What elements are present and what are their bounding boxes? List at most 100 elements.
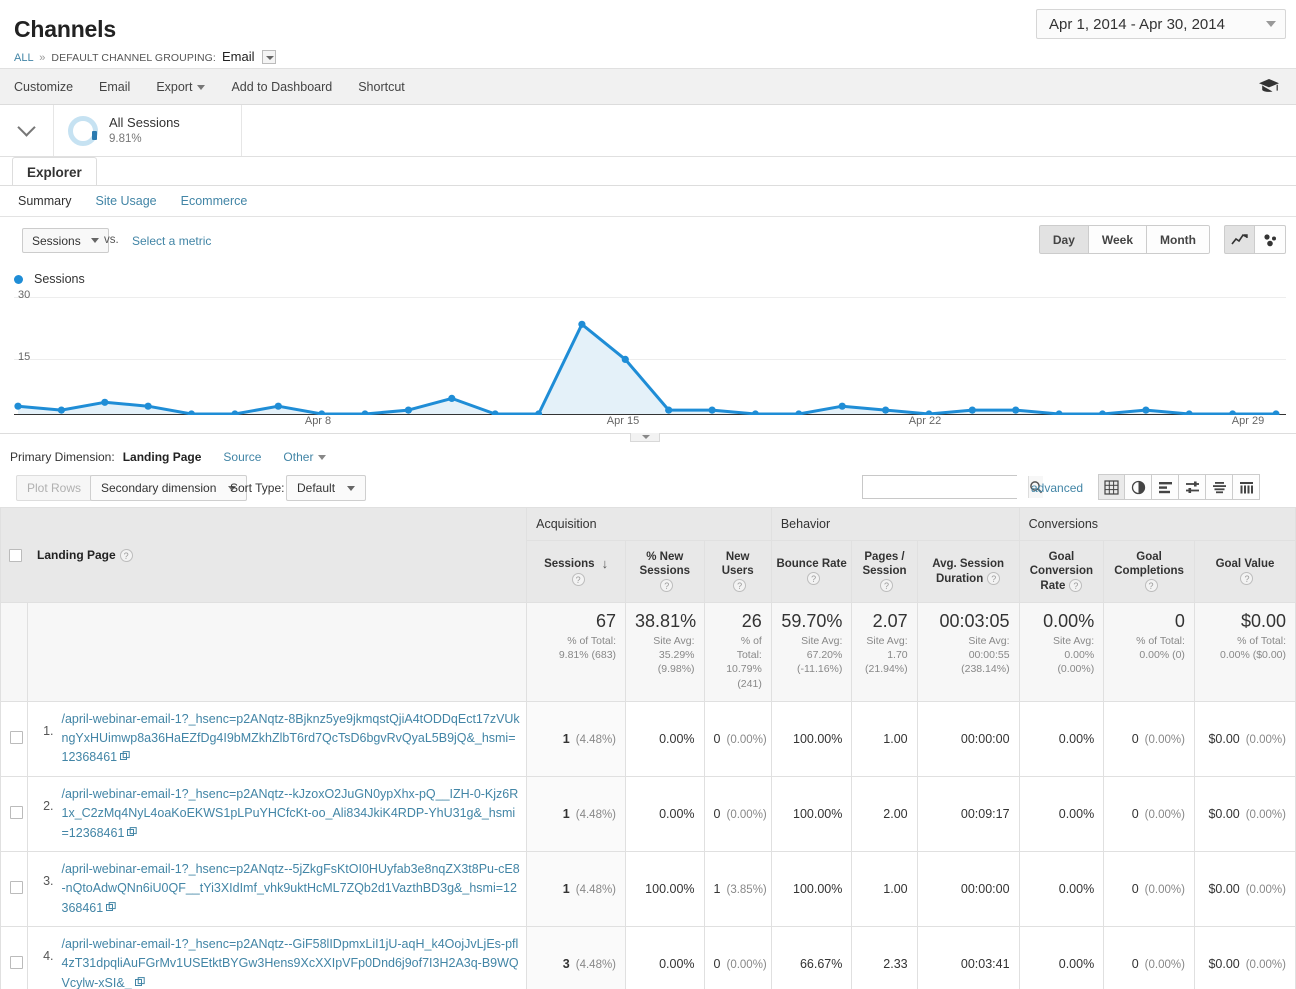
row-select-cell [1,776,28,851]
landing-page-link[interactable]: /april-webinar-email-1?_hsenc=p2ANqtz--5… [62,860,521,918]
cell-new-users: 0(0.00%) [704,927,771,989]
cell-sessions: 1(4.48%) [527,701,626,776]
legend-label: Sessions [34,272,85,286]
help-icon[interactable]: ? [987,572,1000,585]
subtab-site-usage[interactable]: Site Usage [95,194,156,208]
open-external-icon[interactable] [106,899,116,918]
metric-selector[interactable]: Sessions [22,228,109,253]
primary-dimension-source[interactable]: Source [223,450,261,464]
advanced-filter-link[interactable]: advanced [1031,481,1083,495]
landing-page-link[interactable]: /april-webinar-email-1?_hsenc=p2ANqtz--k… [62,785,521,843]
row-checkbox[interactable] [10,956,23,969]
breadcrumb-all-link[interactable]: ALL [14,52,33,64]
date-range-text: Apr 1, 2014 - Apr 30, 2014 [1037,16,1235,33]
column-header-landing-page[interactable]: Landing Page? [1,508,527,603]
cell-new-users: 1(3.85%) [704,851,771,926]
segment-donut-icon [68,116,98,146]
sessions-chart-panel: Sessions vs. Select a metric Day Week Mo… [0,217,1296,444]
help-icon[interactable]: ? [880,579,893,592]
row-checkbox[interactable] [10,731,23,744]
select-a-metric-link[interactable]: Select a metric [132,234,211,248]
column-header-sessions[interactable]: Sessions↓? [527,541,626,603]
landing-page-header-label: Landing Page [37,548,116,562]
granularity-day-button[interactable]: Day [1039,225,1089,254]
column-header-goal-completions[interactable]: Goal Completions? [1104,541,1195,603]
date-range-picker[interactable]: Apr 1, 2014 - Apr 30, 2014 [1036,9,1286,39]
add-to-dashboard-button[interactable]: Add to Dashboard [231,80,332,94]
primary-dimension-other[interactable]: Other [283,450,326,464]
term-cloud-icon[interactable] [1206,474,1233,500]
comparison-view-icon[interactable] [1179,474,1206,500]
group-header-behavior: Behavior [771,508,1019,541]
tab-explorer[interactable]: Explorer [12,157,97,186]
column-header-goal-value[interactable]: Goal Value? [1194,541,1295,603]
select-all-checkbox[interactable] [9,549,22,562]
x-tick-apr-29: Apr 29 [1232,415,1264,427]
help-icon[interactable]: ? [572,573,585,586]
help-icon[interactable]: ? [1069,579,1082,592]
email-button[interactable]: Email [99,80,130,94]
help-icon[interactable]: ? [1240,572,1253,585]
column-header-new-users[interactable]: New Users? [704,541,771,603]
plot-rows-button[interactable]: Plot Rows [16,475,92,501]
pie-view-icon[interactable] [1125,474,1152,500]
x-tick-apr-22: Apr 22 [909,415,941,427]
chart-scrubber-handle[interactable] [630,433,660,442]
help-icon[interactable]: ? [1145,579,1158,592]
open-external-icon[interactable] [135,974,145,989]
export-button[interactable]: Export [156,80,205,94]
landing-page-link[interactable]: /april-webinar-email-1?_hsenc=p2ANqtz--G… [62,935,521,989]
column-header-new-sessions-pct[interactable]: % New Sessions? [626,541,705,603]
cell-goal-rate: 0.00% [1019,851,1104,926]
subtab-summary[interactable]: Summary [18,194,71,208]
column-header-avg-session-duration[interactable]: Avg. Session Duration? [917,541,1019,603]
cell-new-sessions: 0.00% [626,701,705,776]
open-external-icon[interactable] [120,748,130,767]
row-checkbox[interactable] [10,806,23,819]
segment-all-sessions[interactable]: All Sessions 9.81% [54,105,242,156]
secondary-dimension-button[interactable]: Secondary dimension [90,475,247,501]
bar-view-icon[interactable] [1152,474,1179,500]
segment-expand-toggle[interactable] [0,105,54,156]
tabbar-rule [0,185,1296,186]
cell-bounce-rate: 100.00% [771,701,852,776]
help-icon[interactable]: ? [660,579,673,592]
summary-checkbox-cell [1,603,28,702]
graduation-cap-icon[interactable] [1258,78,1280,97]
breadcrumb-dropdown-icon[interactable] [262,50,276,64]
explorer-subtabs: Summary Site Usage Ecommerce [0,186,1296,217]
motion-chart-icon[interactable] [1255,225,1286,254]
summary-dimension-cell [27,603,527,702]
search-input[interactable] [863,476,1028,498]
column-header-bounce-rate[interactable]: Bounce Rate? [771,541,852,603]
table-group-header-row: Landing Page? Acquisition Behavior Conve… [1,508,1296,541]
help-icon[interactable]: ? [807,572,820,585]
chart-controls: Sessions vs. Select a metric Day Week Mo… [0,217,1296,265]
segment-bar: All Sessions 9.81% [0,105,1296,157]
group-header-acquisition: Acquisition [527,508,772,541]
summary-sessions: 67% of Total:9.81% (683) [527,603,626,702]
row-checkbox[interactable] [10,881,23,894]
table-view-icon[interactable] [1098,474,1125,500]
cell-new-sessions: 0.00% [626,927,705,989]
landing-page-link[interactable]: /april-webinar-email-1?_hsenc=p2ANqtz-8B… [62,710,521,768]
cell-goal-completions: 0(0.00%) [1104,776,1195,851]
chevron-down-icon [197,85,205,90]
chart-type-buttons [1224,225,1286,254]
cell-avg-duration: 00:09:17 [917,776,1019,851]
pivot-view-icon[interactable] [1233,474,1260,500]
sort-type-select[interactable]: Default [286,475,366,501]
customize-button[interactable]: Customize [14,80,73,94]
open-external-icon[interactable] [127,824,137,843]
column-header-goal-conversion-rate[interactable]: Goal Conversion Rate? [1019,541,1104,603]
primary-dimension-landing-page[interactable]: Landing Page [123,450,202,464]
chart-legend: Sessions [14,272,85,286]
column-header-pages-session[interactable]: Pages / Session? [852,541,917,603]
shortcut-button[interactable]: Shortcut [358,80,405,94]
help-icon[interactable]: ? [120,549,133,562]
granularity-week-button[interactable]: Week [1089,225,1147,254]
help-icon[interactable]: ? [733,579,746,592]
line-chart-icon[interactable] [1224,225,1255,254]
granularity-month-button[interactable]: Month [1147,225,1210,254]
subtab-ecommerce[interactable]: Ecommerce [181,194,248,208]
